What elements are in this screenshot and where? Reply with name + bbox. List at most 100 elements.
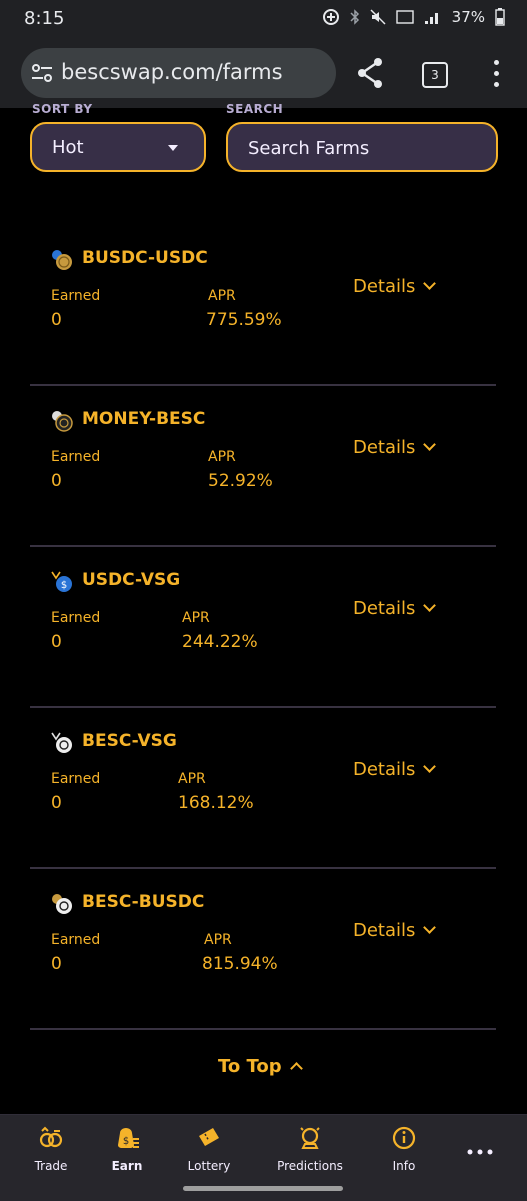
data-saver-icon	[322, 9, 339, 25]
row-divider	[30, 706, 496, 708]
earned-label: Earned	[51, 771, 101, 787]
details-label: Details	[353, 759, 416, 780]
predictions-icon	[300, 1127, 320, 1149]
status-icons: 37%	[322, 8, 505, 26]
row-divider	[30, 867, 496, 869]
apr-value: 775.59%	[206, 310, 282, 330]
sort-by-label: SORT BY	[32, 102, 93, 116]
search-input[interactable]	[246, 134, 490, 162]
apr-value: 244.22%	[182, 632, 258, 652]
sort-value: Hot	[52, 137, 84, 158]
svg-text:$: $	[123, 1136, 129, 1147]
farm-pair-name: USDC-VSG	[82, 570, 181, 590]
money-besc-token-icon	[52, 411, 73, 432]
farm-pair-name: MONEY-BESC	[82, 409, 206, 429]
apr-value: 52.92%	[208, 471, 273, 491]
earned-label: Earned	[51, 288, 101, 304]
nav-info[interactable]: Info	[386, 1125, 422, 1173]
nav-label: Info	[392, 1159, 416, 1173]
lottery-icon	[199, 1128, 219, 1146]
chevron-down-icon	[423, 921, 437, 934]
home-indicator[interactable]	[183, 1186, 343, 1191]
nav-label: Predictions	[277, 1159, 343, 1173]
search-farms-box[interactable]	[226, 122, 498, 172]
earned-value: 0	[51, 632, 62, 652]
details-toggle[interactable]: Details	[353, 598, 437, 619]
apr-label: APR	[178, 771, 206, 787]
farm-row: BESC-BUSDC Earned 0 APR 815.94% Details	[30, 870, 496, 1030]
nav-trade[interactable]: Trade	[28, 1125, 74, 1173]
usdc-vsg-token-icon: $	[51, 571, 72, 592]
apr-label: APR	[204, 932, 232, 948]
earned-label: Earned	[51, 610, 101, 626]
farm-row: BUSDC-USDC Earned 0 APR 775.59% Details	[30, 226, 496, 386]
sort-dropdown[interactable]: Hot	[30, 122, 206, 172]
details-toggle[interactable]: Details	[353, 759, 437, 780]
chevron-down-icon	[423, 599, 437, 612]
apr-value: 815.94%	[202, 954, 278, 974]
nav-label: Lottery	[187, 1159, 231, 1173]
farm-row: MONEY-BESC Earned 0 APR 52.92% Details	[30, 387, 496, 547]
nav-lottery[interactable]: Lottery	[182, 1125, 236, 1173]
farm-pair-name: BUSDC-USDC	[82, 248, 208, 268]
battery-percent: 37%	[451, 8, 485, 26]
share-icon[interactable]	[356, 56, 384, 90]
farm-pair-name: BESC-VSG	[82, 731, 177, 751]
row-divider	[30, 384, 496, 386]
besc-busdc-token-icon	[52, 894, 72, 914]
apr-label: APR	[208, 288, 236, 304]
nav-label: Earn	[111, 1159, 143, 1173]
details-label: Details	[353, 920, 416, 941]
search-label: SEARCH	[226, 102, 284, 116]
earned-label: Earned	[51, 449, 101, 465]
row-divider	[30, 1028, 496, 1030]
nav-earn[interactable]: $ Earn	[104, 1125, 150, 1173]
more-options-icon[interactable]	[494, 60, 500, 88]
earned-value: 0	[51, 471, 62, 491]
earned-value: 0	[51, 954, 62, 974]
details-label: Details	[353, 276, 416, 297]
farm-row: $ USDC-VSG Earned 0 APR 244.22% Details	[30, 548, 496, 708]
browser-toolbar: bescswap.com/farms 3	[0, 38, 527, 108]
url-text[interactable]: bescswap.com/farms	[61, 60, 283, 84]
info-icon	[392, 1126, 416, 1150]
details-toggle[interactable]: Details	[353, 437, 437, 458]
earn-icon: $	[118, 1128, 139, 1148]
details-toggle[interactable]: Details	[353, 276, 437, 297]
address-bar[interactable]: bescswap.com/farms	[21, 48, 336, 98]
signal-icon	[424, 13, 438, 24]
chevron-down-icon	[423, 438, 437, 451]
mute-icon	[370, 9, 386, 25]
more-icon	[467, 1149, 493, 1155]
details-label: Details	[353, 598, 416, 619]
farm-row: BESC-VSG Earned 0 APR 168.12% Details	[30, 709, 496, 869]
earned-label: Earned	[51, 932, 101, 948]
status-time: 8:15	[24, 8, 65, 29]
tab-switcher-button[interactable]: 3	[422, 62, 448, 88]
bluetooth-icon	[350, 9, 359, 25]
nav-predictions[interactable]: Predictions	[270, 1125, 350, 1173]
chevron-down-icon	[168, 145, 178, 151]
nav-label: Trade	[34, 1159, 68, 1173]
busdc-usdc-token-icon	[52, 250, 72, 270]
apr-label: APR	[208, 449, 236, 465]
to-top-label: To Top	[218, 1056, 282, 1077]
wifi-calling-icon	[395, 10, 414, 24]
status-bar: 8:15 37%	[0, 0, 527, 38]
earned-value: 0	[51, 793, 62, 813]
details-label: Details	[353, 437, 416, 458]
svg-text:$: $	[61, 580, 67, 591]
nav-more[interactable]	[466, 1141, 494, 1160]
chevron-up-icon	[289, 1062, 303, 1075]
apr-value: 168.12%	[178, 793, 254, 813]
besc-vsg-token-icon	[51, 732, 72, 753]
details-toggle[interactable]: Details	[353, 920, 437, 941]
site-settings-icon[interactable]	[31, 63, 53, 83]
trade-icon	[39, 1126, 63, 1148]
battery-icon	[495, 8, 505, 26]
chevron-down-icon	[423, 760, 437, 773]
earned-value: 0	[51, 310, 62, 330]
to-top-button[interactable]: To Top	[218, 1056, 303, 1077]
apr-label: APR	[182, 610, 210, 626]
farm-pair-name: BESC-BUSDC	[82, 892, 205, 912]
